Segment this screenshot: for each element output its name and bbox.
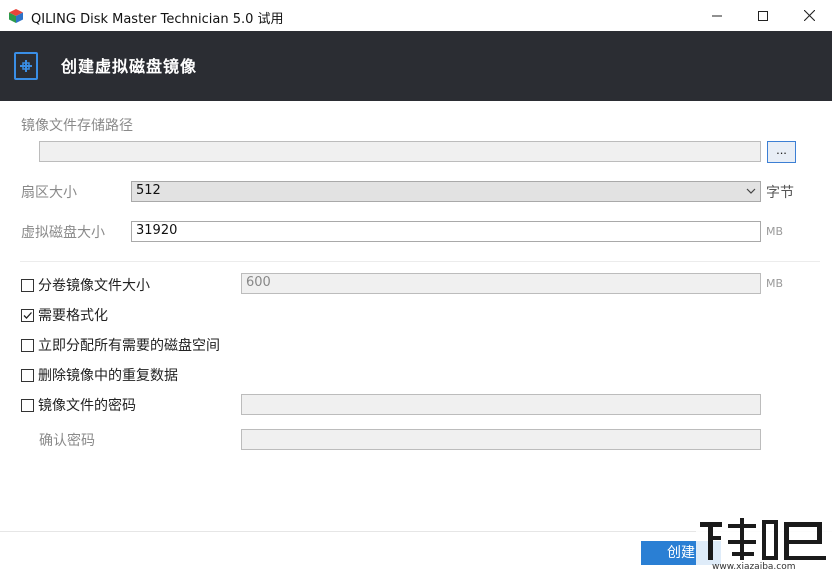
chevron-down-icon [746, 188, 756, 194]
title-bar: QILING Disk Master Technician 5.0 试用 [0, 0, 832, 31]
close-button[interactable] [786, 0, 832, 31]
dedup-checkbox[interactable] [21, 368, 34, 382]
browse-button[interactable]: ... [767, 141, 796, 163]
preallocate-label: 立即分配所有需要的磁盘空间 [38, 338, 220, 354]
format-checkbox[interactable] [21, 308, 34, 322]
sector-size-select[interactable]: 512 [131, 181, 761, 202]
minimize-icon [712, 15, 722, 16]
split-label: 分卷镜像文件大小 [38, 278, 150, 294]
disk-size-unit: MB [766, 225, 784, 238]
window-title: QILING Disk Master Technician 5.0 试用 [31, 12, 284, 27]
split-size-unit: MB [766, 277, 784, 290]
app-cube-icon [9, 9, 23, 23]
maximize-icon [758, 10, 768, 21]
password-option[interactable]: 镜像文件的密码 [21, 395, 136, 415]
format-label: 需要格式化 [38, 308, 108, 324]
split-size-input[interactable]: 600 [241, 273, 761, 294]
password-input[interactable] [241, 394, 761, 415]
image-path-input[interactable] [39, 141, 761, 162]
split-option[interactable]: 分卷镜像文件大小 [21, 275, 150, 295]
confirm-password-input[interactable] [241, 429, 761, 450]
format-option[interactable]: 需要格式化 [21, 305, 108, 325]
preallocate-option[interactable]: 立即分配所有需要的磁盘空间 [21, 335, 220, 355]
image-path-label: 镜像文件存储路径 [21, 118, 133, 134]
watermark-url: www.xiazaiba.com [712, 562, 796, 572]
disk-size-input[interactable]: 31920 [131, 221, 761, 242]
dedup-label: 删除镜像中的重复数据 [38, 368, 178, 384]
dedup-option[interactable]: 删除镜像中的重复数据 [21, 365, 178, 385]
confirm-password-label: 确认密码 [39, 433, 95, 449]
split-checkbox[interactable] [21, 278, 34, 292]
minimize-button[interactable] [694, 0, 740, 31]
disk-size-label: 虚拟磁盘大小 [21, 225, 105, 241]
section-divider [20, 261, 820, 262]
password-checkbox[interactable] [21, 398, 34, 412]
password-label: 镜像文件的密码 [38, 398, 136, 414]
dialog-header: 创建虚拟磁盘镜像 [0, 31, 832, 101]
preallocate-checkbox[interactable] [21, 338, 34, 352]
sector-size-unit: 字节 [766, 185, 794, 201]
virtual-disk-icon [14, 52, 38, 80]
close-icon [803, 10, 815, 21]
sector-size-value: 512 [136, 183, 161, 198]
checkmark-icon [23, 311, 32, 319]
dialog-title: 创建虚拟磁盘镜像 [61, 57, 198, 76]
maximize-button[interactable] [740, 0, 786, 31]
sector-size-label: 扇区大小 [21, 185, 77, 201]
